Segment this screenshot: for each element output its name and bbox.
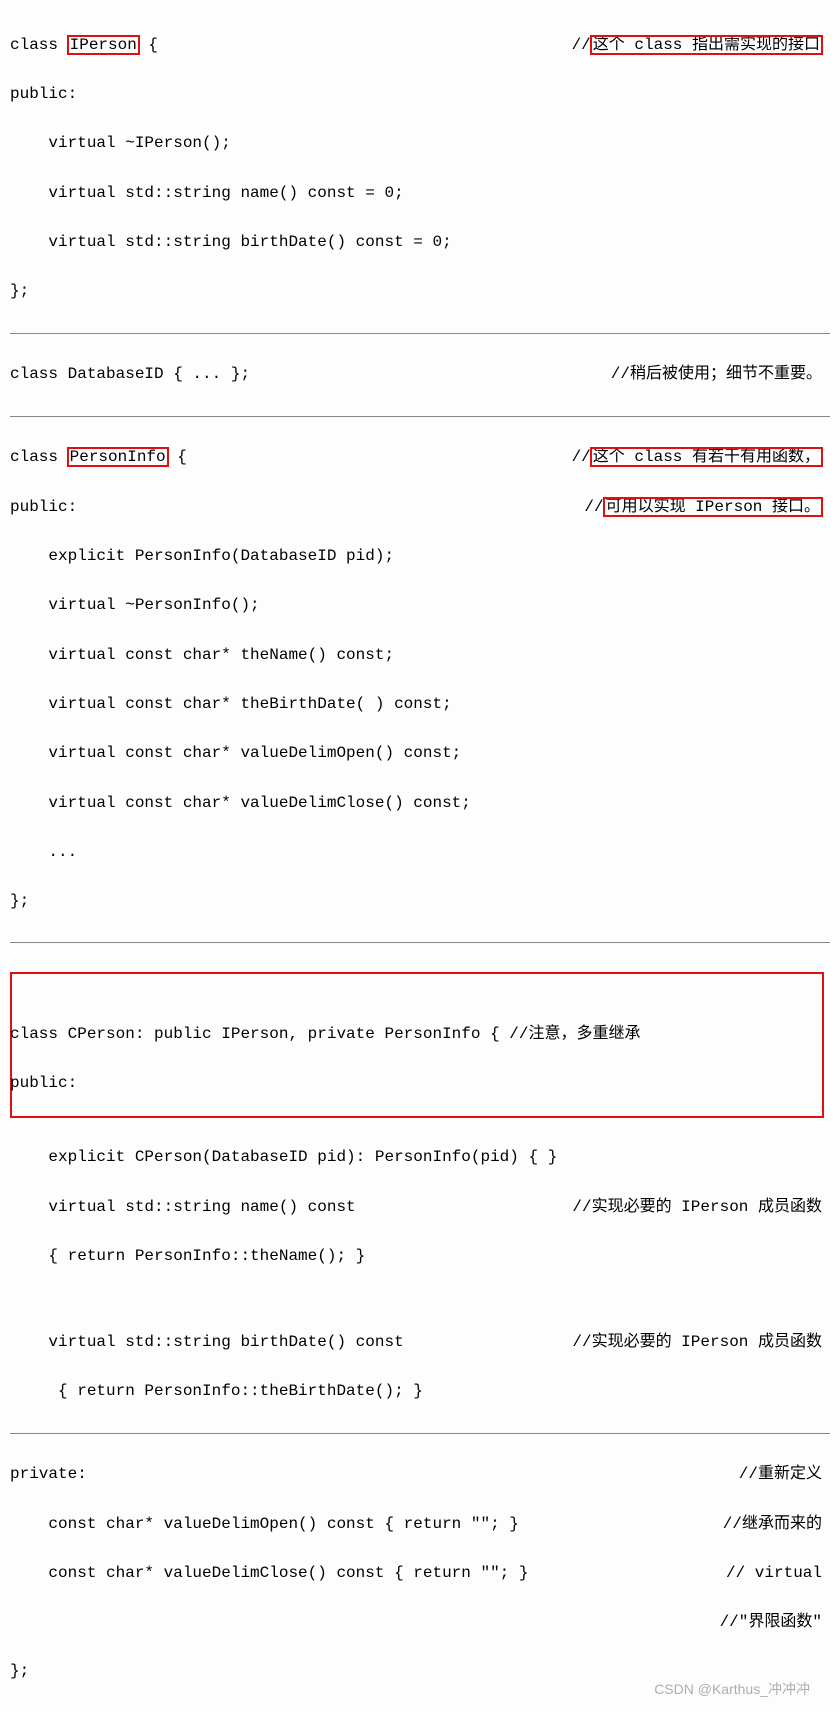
code-line: { return PersonInfo::theBirthDate(); } xyxy=(10,1379,830,1404)
comment: //重新定义 xyxy=(739,1462,822,1487)
code-line: public: //可用以实现 IPerson 接口。 xyxy=(10,495,830,520)
code-line: virtual std::string birthDate() const //实… xyxy=(10,1330,830,1355)
separator xyxy=(10,942,830,943)
code-line: private: //重新定义 xyxy=(10,1462,830,1487)
comment: //"界限函数" xyxy=(720,1610,822,1635)
code-text: { xyxy=(139,36,158,54)
code-line: virtual const char* theName() const; xyxy=(10,643,830,668)
highlight-iperson: IPerson xyxy=(68,36,139,54)
code-line: }; xyxy=(10,279,830,304)
comment-slash: // xyxy=(572,448,591,466)
code-text: public: xyxy=(10,498,77,516)
code-text: private: xyxy=(10,1465,87,1483)
blank-line xyxy=(10,1293,830,1305)
code-line: public: xyxy=(10,82,830,107)
code-text: const char* valueDelimClose() const { re… xyxy=(10,1564,528,1582)
comment: //稍后被使用；细节不重要。 xyxy=(611,362,822,387)
code-block: class IPerson {//这个 class 指出需实现的接口 publi… xyxy=(0,0,840,1712)
comment: //实现必要的 IPerson 成员函数 xyxy=(572,1330,822,1355)
code-line: }; xyxy=(10,889,830,914)
highlight-comment: 可用以实现 IPerson 接口。 xyxy=(604,498,822,516)
code-line: class IPerson { //这个 class 指出需实现的接口 xyxy=(10,33,830,58)
code-line: class DatabaseID { ... }; //稍后被使用；细节不重要。 xyxy=(10,362,830,387)
comment: //这个 class 有若干有用函数， xyxy=(572,445,822,470)
separator xyxy=(10,333,830,334)
comment: //实现必要的 IPerson 成员函数 xyxy=(572,1195,822,1220)
separator xyxy=(10,1433,830,1434)
code-line: ... xyxy=(10,840,830,865)
code-line: explicit CPerson(DatabaseID pid): Person… xyxy=(10,1145,830,1170)
code-line: virtual const char* valueDelimClose() co… xyxy=(10,791,830,816)
highlight-personinfo: PersonInfo xyxy=(68,448,168,466)
code-line: virtual std::string name() const //实现必要的 … xyxy=(10,1195,830,1220)
code-text: const char* valueDelimOpen() const { ret… xyxy=(10,1515,519,1533)
separator xyxy=(10,416,830,417)
highlight-comment: 这个 class 指出需实现的接口 xyxy=(591,36,822,54)
code-text: class DatabaseID { ... }; xyxy=(10,365,250,383)
code-line: virtual std::string birthDate() const = … xyxy=(10,230,830,255)
comment: //继承而来的 xyxy=(723,1512,822,1537)
code-line: }; xyxy=(10,1659,830,1684)
comment: // virtual xyxy=(726,1561,822,1586)
comment-slash: // xyxy=(572,36,591,54)
code-text: { xyxy=(168,448,187,466)
code-line: { return PersonInfo::theName(); } xyxy=(10,1244,830,1269)
code-line: virtual std::string name() const = 0; xyxy=(10,181,830,206)
code-line: explicit PersonInfo(DatabaseID pid); xyxy=(10,544,830,569)
comment-slash: // xyxy=(584,498,603,516)
comment: //这个 class 指出需实现的接口 xyxy=(572,33,822,58)
comment: //可用以实现 IPerson 接口。 xyxy=(584,495,822,520)
code-line: const char* valueDelimOpen() const { ret… xyxy=(10,1512,830,1537)
highlight-comment: 这个 class 有若干有用函数， xyxy=(591,448,822,466)
code-text: class xyxy=(10,36,68,54)
highlight-block-cperson: class CPerson: public IPerson, private P… xyxy=(10,972,830,1120)
code-text: virtual std::string birthDate() const xyxy=(10,1333,404,1351)
code-line: const char* valueDelimClose() const { re… xyxy=(10,1561,830,1586)
code-text: virtual std::string name() const xyxy=(10,1198,356,1216)
code-line: virtual const char* valueDelimOpen() con… xyxy=(10,741,830,766)
code-text: class xyxy=(10,448,68,466)
code-line: public: xyxy=(10,1071,830,1096)
code-line: class CPerson: public IPerson, private P… xyxy=(10,1022,830,1047)
code-line: virtual ~IPerson(); xyxy=(10,131,830,156)
code-line: virtual const char* theBirthDate( ) cons… xyxy=(10,692,830,717)
code-line: virtual ~PersonInfo(); xyxy=(10,593,830,618)
code-line: //"界限函数" xyxy=(10,1610,830,1635)
code-line: class PersonInfo { //这个 class 有若干有用函数， xyxy=(10,445,830,470)
